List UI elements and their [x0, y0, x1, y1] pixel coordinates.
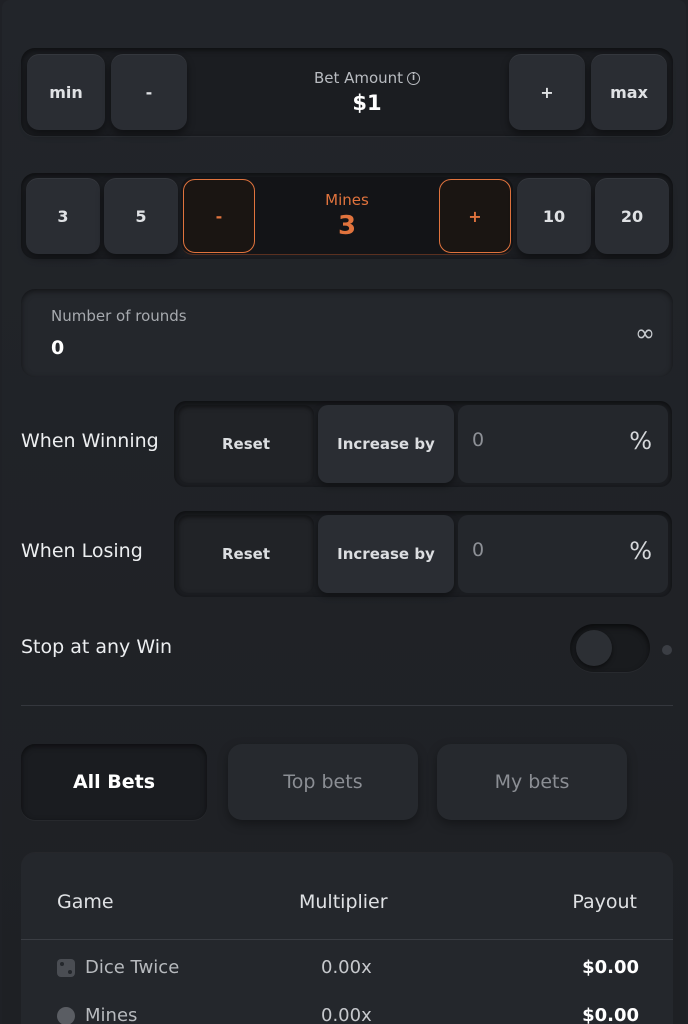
win-percent-field[interactable]: 0 %	[458, 405, 668, 483]
header-multiplier: Multiplier	[299, 891, 388, 913]
row-payout: $0.00	[582, 1005, 639, 1024]
mines-decrease-button[interactable]: -	[183, 179, 255, 253]
when-losing-control: Reset Increase by 0 %	[174, 511, 672, 597]
bet-amount-label: Bet Amount i	[314, 69, 421, 87]
lose-increase-button[interactable]: Increase by	[318, 515, 454, 593]
tab-top-bets[interactable]: Top bets	[228, 744, 418, 820]
mines-display: Mines 3	[257, 173, 437, 259]
toggle-knob	[576, 630, 612, 666]
lose-reset-button[interactable]: Reset	[178, 515, 314, 593]
win-increase-button[interactable]: Increase by	[318, 405, 454, 483]
rounds-field[interactable]: Number of rounds 0 ∞	[21, 289, 673, 377]
mines-preset-10-button[interactable]: 10	[517, 178, 591, 254]
mines-preset-20-button[interactable]: 20	[595, 178, 669, 254]
bet-min-button[interactable]: min	[27, 54, 105, 130]
row-multiplier: 0.00x	[321, 957, 372, 978]
mines-control: 3 5 - Mines 3 + 10 20	[21, 173, 673, 259]
win-percent-input[interactable]: 0	[472, 429, 484, 451]
dice-icon	[57, 958, 75, 977]
bet-increase-button[interactable]: +	[509, 54, 585, 130]
stop-at-win-toggle[interactable]	[570, 624, 650, 672]
bets-table: Game Multiplier Payout Dice Twice 0.00x …	[21, 853, 673, 1024]
autobet-panel: min - Bet Amount i $1 + max 3 5 - Mines …	[2, 0, 686, 1024]
percent-icon: %	[629, 427, 652, 455]
info-icon[interactable]: i	[407, 71, 421, 85]
lose-percent-input[interactable]: 0	[472, 539, 484, 561]
status-dot-icon	[662, 645, 672, 655]
tab-my-bets[interactable]: My bets	[437, 744, 627, 820]
bet-max-button[interactable]: max	[591, 54, 667, 130]
table-header-divider	[21, 939, 673, 940]
mines-preset-5-button[interactable]: 5	[104, 178, 178, 254]
table-row: Dice Twice	[57, 957, 179, 978]
bet-amount-display: Bet Amount i $1	[211, 48, 523, 136]
table-row: Mines	[57, 1005, 137, 1024]
row-multiplier: 0.00x	[321, 1005, 372, 1024]
when-winning-control: Reset Increase by 0 %	[174, 401, 672, 487]
lose-percent-field[interactable]: 0 %	[458, 515, 668, 593]
row-payout: $0.00	[582, 957, 639, 978]
when-losing-label: When Losing	[21, 540, 143, 562]
mines-value: 3	[337, 211, 357, 241]
mines-label: Mines	[325, 191, 369, 209]
header-game: Game	[57, 891, 114, 913]
mine-icon	[57, 1006, 75, 1024]
header-payout: Payout	[572, 891, 637, 913]
when-winning-label: When Winning	[21, 430, 159, 452]
stop-at-win-label: Stop at any Win	[21, 636, 173, 658]
percent-icon: %	[629, 537, 652, 565]
mines-preset-3-button[interactable]: 3	[26, 178, 100, 254]
tab-all-bets[interactable]: All Bets	[21, 744, 207, 820]
bet-amount-value[interactable]: $1	[352, 91, 381, 115]
infinity-icon[interactable]: ∞	[635, 319, 655, 347]
mines-increase-button[interactable]: +	[439, 179, 511, 253]
bet-amount-control: min - Bet Amount i $1 + max	[21, 48, 673, 136]
section-divider	[21, 705, 673, 706]
rounds-label: Number of rounds	[51, 307, 187, 325]
win-reset-button[interactable]: Reset	[178, 405, 314, 483]
rounds-input[interactable]: 0	[51, 337, 64, 359]
bet-decrease-button[interactable]: -	[111, 54, 187, 130]
